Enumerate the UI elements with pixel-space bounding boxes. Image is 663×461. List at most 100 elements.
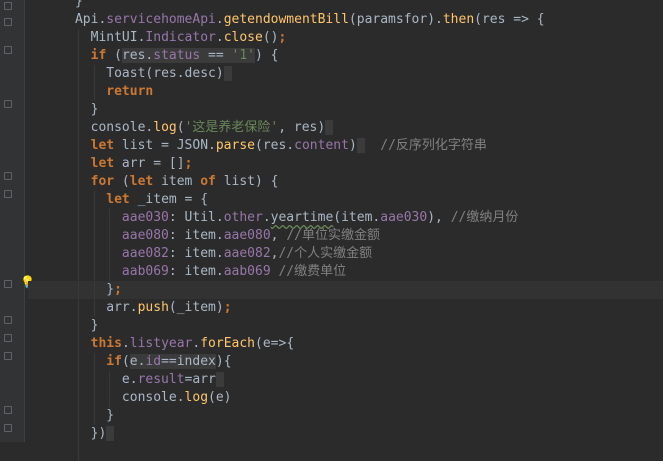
fold-marker-icon[interactable] [4,46,12,54]
code-line[interactable]: }; [28,281,663,299]
code-line[interactable]: }) [28,425,663,443]
code-editor[interactable]: } Api.servicehomeApi.getendowmentBill(pa… [28,0,663,461]
indent-guide [77,119,79,137]
code-token: //缴费单位 [278,264,347,279]
code-token: : item. [168,246,224,261]
code-line[interactable]: aae080: item.aae080, //单位实缴金额 [28,227,663,245]
code-line[interactable]: this.listyear.forEach(e=>{ [28,335,663,353]
code-token: (res.desc) [145,66,224,81]
code-token: '1' [231,48,256,63]
code-line[interactable]: console.log('这是养老保险', res) [28,119,663,137]
indent-guide [77,407,79,425]
code-line[interactable]: MintUI.Indicator.close(); [28,29,663,47]
code-token: =arr [184,372,216,387]
code-token: status [153,48,201,63]
code-token: (e) [208,390,232,405]
code-token: close [223,30,263,45]
code-token: content [294,138,349,153]
indent-guide [77,371,79,389]
code-token: //缴纳月份 [450,210,519,225]
code-token: Api [74,12,99,27]
indent-guide [77,47,79,65]
indent-guide [77,245,79,263]
code-token: aae030 [380,210,428,225]
code-line[interactable]: if (res.status == '1') { [28,47,663,65]
code-line[interactable]: aae082: item.aae082,//个人实缴金额 [28,245,663,263]
code-token: for [90,174,115,189]
code-token: ( [106,48,122,63]
fold-marker-icon[interactable] [4,190,12,198]
code-token: res. [121,48,154,63]
code-token: : item. [168,228,224,243]
code-token: result [137,372,185,387]
code-token: item [153,174,201,189]
code-token: ; [223,300,232,315]
fold-marker-icon[interactable] [4,316,12,324]
code-line[interactable]: Toast(res.desc) [28,65,663,83]
code-token: . [215,30,224,45]
code-token: arr. [106,300,138,315]
code-line[interactable]: let arr = []; [28,155,663,173]
code-token: if [106,354,122,369]
indent-guide [77,101,79,119]
fold-marker-icon[interactable] [4,18,12,26]
code-token: aae080 [121,228,169,243]
fold-marker-icon[interactable] [4,2,12,10]
code-token: //个人实缴金额 [278,246,373,261]
code-token: : Util. [168,210,224,225]
code-token: log [184,390,209,405]
code-line[interactable]: if(e.id==index){ [28,353,663,371]
code-token: , res) [278,120,326,135]
indent-guide [77,173,79,191]
indent-guide [109,263,111,281]
indent-guide [77,83,79,101]
code-line[interactable]: } [28,0,663,11]
indent-guide [77,317,79,335]
code-token: ), [427,210,451,225]
fold-marker-icon[interactable] [4,100,12,108]
fold-marker-icon[interactable] [4,280,12,288]
code-line[interactable] [28,443,663,461]
indent-guide [77,353,79,371]
code-line[interactable]: let _item = { [28,191,663,209]
code-line[interactable]: } [28,317,663,335]
code-token: forEach [200,336,256,351]
fold-marker-icon[interactable] [4,424,12,432]
code-line[interactable]: aae030: Util.other.yeartime(item.aae030)… [28,209,663,227]
fold-marker-icon[interactable] [4,172,12,180]
indent-guide [77,389,79,407]
fold-marker-icon[interactable] [4,406,12,414]
code-line[interactable]: } [28,101,663,119]
code-line[interactable]: Api.servicehomeApi.getendowmentBill(para… [28,11,663,29]
indent-guide [93,65,95,83]
code-line[interactable]: arr.push(_item); [28,299,663,317]
code-line[interactable]: aab069: item.aab069 //缴费单位 [28,263,663,281]
gutter-divider [24,0,25,442]
code-token: } [106,282,115,297]
indent-guide [93,263,95,281]
fold-marker-icon[interactable] [4,334,12,342]
code-token: . [262,210,271,225]
code-line[interactable]: e.result=arr [28,371,663,389]
code-token: if [90,48,107,63]
code-token: } [74,0,83,9]
code-token: then [442,12,475,27]
code-line[interactable]: return [28,83,663,101]
code-token: this [90,336,122,351]
code-line[interactable]: let list = JSON.parse(res.content) //反序列… [28,137,663,155]
code-token: ==index [161,354,216,369]
code-token: console [121,390,177,405]
code-token [215,372,224,387]
code-line[interactable]: } [28,407,663,425]
fold-marker-icon[interactable] [4,352,12,360]
code-line[interactable]: console.log(e) [28,389,663,407]
indent-guide [109,227,111,245]
code-token: //单位实缴金额 [286,228,380,243]
code-line[interactable]: for (let item of list) { [28,173,663,191]
code-token: aae030 [121,210,169,225]
